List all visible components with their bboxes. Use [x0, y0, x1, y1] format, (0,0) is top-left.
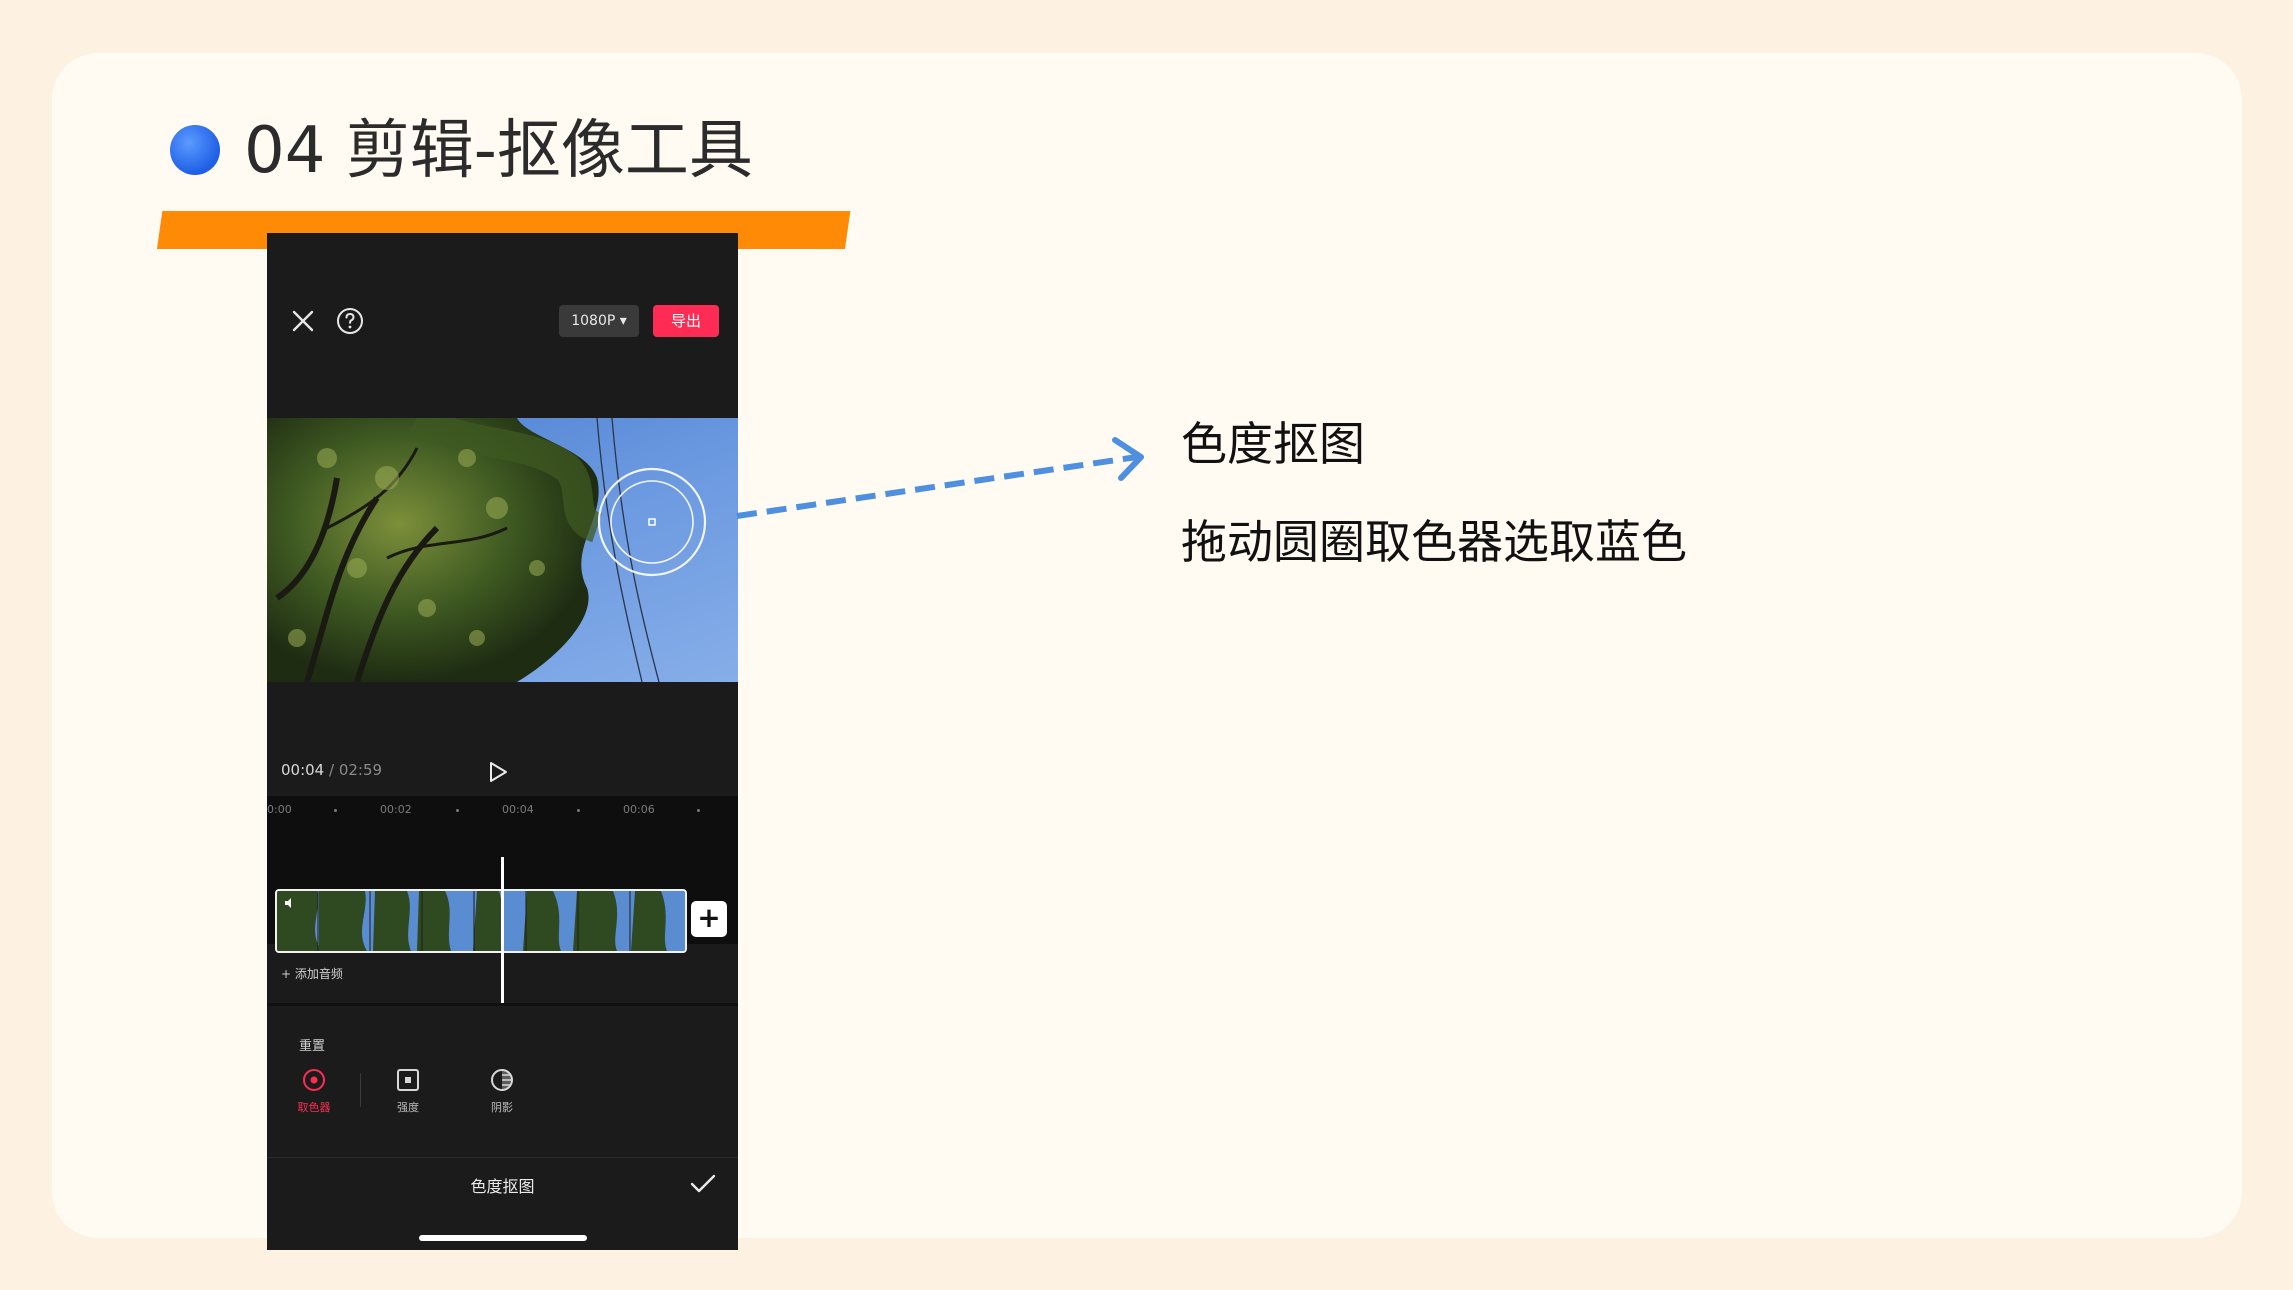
- dashed-arrow-icon: [736, 437, 1144, 519]
- reset-button[interactable]: 重置: [299, 1035, 325, 1054]
- export-button[interactable]: 导出: [653, 305, 719, 337]
- ruler-dot: [697, 809, 700, 812]
- time-separator: /: [324, 761, 339, 779]
- resolution-dropdown[interactable]: 1080P ▾: [559, 305, 639, 337]
- ruler-tick: 00:06: [623, 803, 655, 816]
- tool-shadow[interactable]: 阴影: [472, 1067, 532, 1115]
- tool-label: 强度: [397, 1101, 419, 1114]
- add-clip-button[interactable]: +: [691, 901, 727, 937]
- panel-divider: [267, 1003, 738, 1006]
- total-time: 02:59: [338, 761, 383, 779]
- help-icon[interactable]: [335, 306, 365, 336]
- close-icon[interactable]: [289, 307, 317, 335]
- tool-intensity[interactable]: 强度: [378, 1067, 438, 1115]
- check-icon[interactable]: [690, 1173, 716, 1195]
- tool-color-picker[interactable]: 取色器: [284, 1067, 344, 1115]
- tool-separator: [360, 1073, 361, 1107]
- slide-title: 04 剪辑-抠像工具: [244, 114, 753, 188]
- shadow-icon: [491, 1069, 513, 1091]
- clip-thumbnails: [277, 891, 685, 951]
- time-readout: 00:04 / 02:59: [281, 761, 382, 779]
- add-audio-button[interactable]: + 添加音频: [281, 965, 343, 982]
- tool-label: 阴影: [491, 1101, 513, 1114]
- tool-label: 取色器: [297, 1101, 331, 1114]
- current-time: 00:04: [281, 761, 325, 779]
- panel-title: 色度抠图: [470, 1177, 535, 1196]
- home-indicator: [419, 1235, 587, 1241]
- play-icon[interactable]: [488, 761, 508, 783]
- tree-image: [267, 418, 707, 682]
- ruler-tick: 00:04: [502, 803, 534, 816]
- ruler-tick: 00:02: [380, 803, 412, 816]
- title-bullet-dot: [170, 125, 220, 175]
- video-preview[interactable]: [267, 418, 738, 682]
- playhead[interactable]: [501, 857, 504, 1003]
- ruler-dot: [577, 809, 580, 812]
- video-clip-track[interactable]: [275, 889, 687, 953]
- ruler-tick: 0:00: [267, 803, 292, 816]
- phone-screen: 1080P ▾ 导出 00:04 / 02:59 0:00 00:02 00:0…: [267, 233, 738, 1250]
- bottom-separator: [267, 1157, 738, 1158]
- annotation-title: 色度抠图: [1181, 417, 1365, 471]
- annotation-description: 拖动圆圈取色器选取蓝色: [1181, 515, 1687, 569]
- ruler-dot: [334, 809, 337, 812]
- intensity-icon: [397, 1069, 419, 1091]
- color-picker-icon: [303, 1069, 325, 1091]
- ruler-dot: [456, 809, 459, 812]
